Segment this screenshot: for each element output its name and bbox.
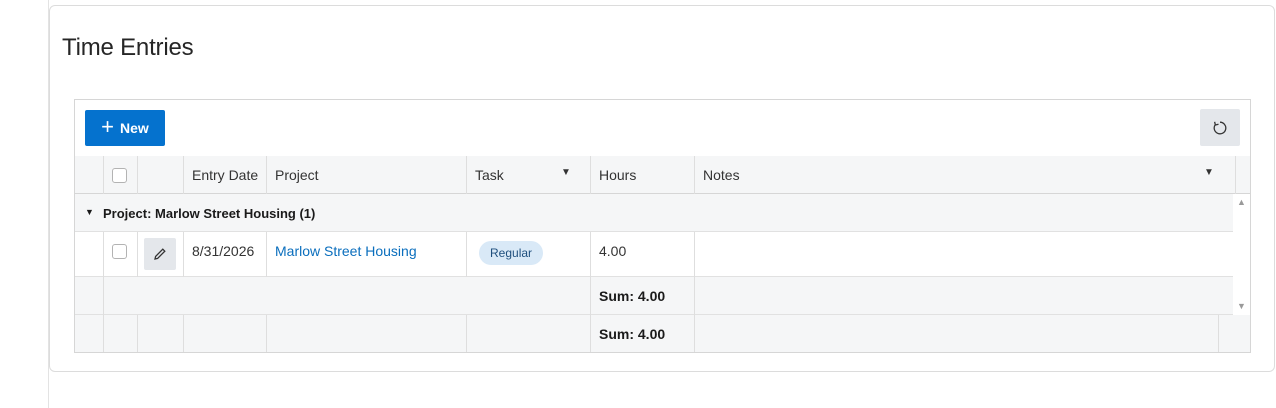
refresh-icon [1213, 121, 1227, 134]
pencil-icon [154, 248, 166, 260]
refresh-button[interactable] [1200, 109, 1240, 146]
filter-icon: ▼ [1204, 167, 1214, 178]
column-divider [694, 156, 695, 194]
column-divider [590, 277, 591, 315]
column-divider [183, 156, 184, 194]
column-divider [137, 315, 138, 352]
column-divider [590, 315, 591, 352]
column-header-project[interactable]: Project [275, 167, 319, 183]
new-button-label: New [120, 120, 149, 136]
column-divider [266, 315, 267, 352]
column-divider [694, 277, 695, 315]
select-all-checkbox[interactable] [112, 168, 127, 183]
total-sum: Sum: 4.00 [599, 326, 666, 342]
group-label: Project: Marlow Street Housing (1) [103, 206, 316, 221]
collapse-caret-icon[interactable]: ▼ [85, 207, 94, 217]
column-divider [466, 232, 467, 277]
hours-cell: 4.00 [599, 243, 627, 259]
column-divider [183, 232, 184, 277]
new-button[interactable]: + New [85, 110, 165, 146]
column-divider [266, 156, 267, 194]
column-divider [694, 315, 695, 352]
column-divider [103, 156, 104, 194]
column-header-entry-date[interactable]: Entry Date [192, 167, 258, 183]
group-sum: Sum: 4.00 [599, 288, 666, 304]
column-divider [466, 315, 467, 352]
column-divider [183, 315, 184, 352]
filter-icon: ▼ [561, 167, 571, 178]
column-divider [466, 156, 467, 194]
column-divider [590, 156, 591, 194]
plus-icon: + [101, 113, 115, 139]
column-divider [103, 315, 104, 352]
task-badge: Regular [479, 241, 544, 265]
region-title: Time Entries [62, 34, 194, 61]
column-divider [694, 232, 695, 277]
column-divider [1235, 156, 1236, 194]
column-divider [1218, 315, 1219, 352]
column-header-task[interactable]: Task [475, 167, 504, 183]
column-divider [137, 156, 138, 194]
project-link[interactable]: Marlow Street Housing [275, 243, 417, 259]
column-divider [103, 232, 104, 277]
scroll-down-arrow-icon[interactable]: ▼ [1237, 301, 1246, 311]
column-divider [266, 232, 267, 277]
column-divider [590, 232, 591, 277]
column-divider [103, 277, 104, 315]
column-header-notes[interactable]: Notes [703, 167, 740, 183]
entry-date-cell: 8/31/2026 [192, 243, 255, 259]
edit-row-button[interactable] [144, 238, 176, 270]
row-select-checkbox[interactable] [112, 244, 127, 259]
scroll-up-arrow-icon[interactable]: ▲ [1237, 197, 1246, 207]
column-header-hours[interactable]: Hours [599, 167, 636, 183]
column-divider [137, 232, 138, 277]
